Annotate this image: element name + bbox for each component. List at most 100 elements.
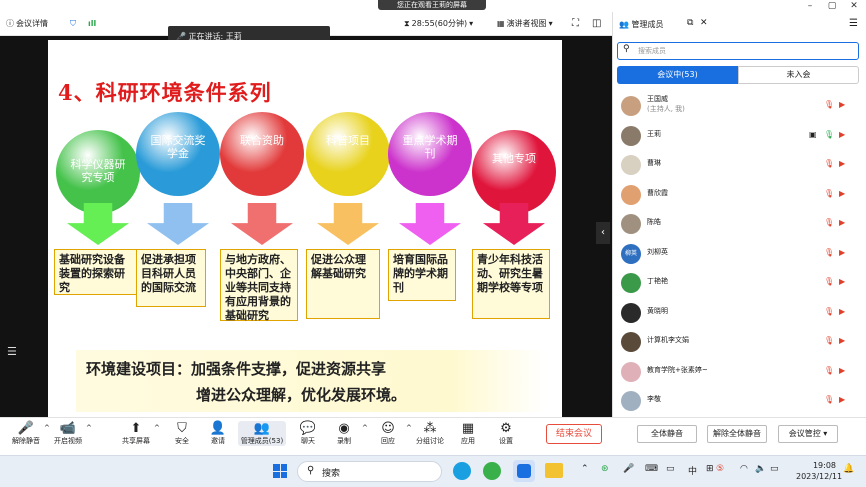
summary-line-2: 增进公众理解，优化发展环境。 — [196, 386, 407, 404]
ime-indicator[interactable]: 中 — [688, 464, 697, 477]
mute-all-button[interactable]: 全体静音 — [637, 425, 697, 443]
unmute-button[interactable]: 🎤 解除静音 — [6, 421, 46, 446]
start-video-button[interactable]: 📹 开启视频 — [48, 421, 88, 446]
file-explorer-icon[interactable] — [545, 463, 563, 478]
manage-members-button[interactable]: 👥 管理成员(53) — [238, 421, 286, 446]
layout-icon[interactable]: ⊞ — [706, 464, 714, 474]
member-row[interactable]: 曹欣霞 🎙 ▶ — [613, 180, 866, 209]
camera-off-icon[interactable]: ▶ — [839, 100, 845, 109]
mic-muted-icon[interactable]: 🎙 — [824, 395, 834, 404]
end-meeting-button[interactable]: 结束会议 — [546, 424, 602, 444]
apps-button[interactable]: ▦ 应用 — [448, 421, 488, 446]
mic-muted-icon[interactable]: 🎙 — [824, 100, 834, 109]
view-mode-button[interactable]: ▦ 演讲者视图 ▾ — [497, 17, 553, 31]
minimize-icon[interactable]: – — [800, 0, 820, 12]
tray-app-icon[interactable]: ⊛ — [601, 464, 609, 474]
antivirus-icon[interactable]: ⑤ — [716, 464, 724, 474]
security-button[interactable]: ⛉ 安全 — [162, 421, 202, 446]
fullscreen-icon[interactable]: ⛶ — [572, 17, 579, 31]
slide-category-label: 国际交流奖学金 — [150, 134, 206, 160]
record-button[interactable]: ◉ 录制 — [324, 421, 364, 446]
maximize-icon[interactable]: ▢ — [822, 0, 842, 12]
edge-dev-icon[interactable] — [483, 462, 501, 480]
close-panel-icon[interactable]: ✕ — [700, 18, 708, 28]
volume-icon[interactable]: 🔈 — [755, 464, 766, 474]
mic-muted-icon[interactable]: 🎙 — [824, 277, 834, 286]
slide-title: 4、科研环境条件系列 — [58, 80, 272, 105]
mic-muted-icon[interactable]: 🎙 — [824, 218, 834, 227]
mic-muted-icon[interactable]: 🎙 — [824, 189, 834, 198]
slide-description-box: 与地方政府、中央部门、企业等共同支持有应用背景的基础研究 — [220, 249, 298, 322]
meeting-info-button[interactable]: ⓘ 会议详情 — [6, 17, 48, 31]
avatar — [621, 125, 641, 146]
keyboard-icon[interactable]: ⌨ — [645, 464, 658, 474]
chevron-up-icon[interactable]: ^ — [154, 424, 160, 432]
screen-share-banner[interactable]: 您正在观看王莉的屏幕 — [378, 0, 486, 10]
camera-off-icon[interactable]: ▶ — [839, 277, 845, 286]
tab-in-meeting[interactable]: 会议中(53) — [617, 66, 738, 84]
chevron-up-icon[interactable]: ⌃ — [581, 464, 589, 474]
camera-off-icon[interactable]: ▶ — [839, 395, 845, 404]
taskbar-search[interactable]: ⚲ 搜索 — [297, 461, 442, 482]
mic-icon[interactable]: 🎙 — [824, 130, 834, 139]
battery-icon[interactable]: ▭ — [770, 464, 779, 474]
meeting-control-button[interactable]: 会议管控 ▾ — [778, 425, 838, 443]
popout-icon[interactable]: ⧉ — [687, 18, 693, 28]
invite-button[interactable]: 👤 邀请 — [198, 421, 238, 446]
camera-off-icon[interactable]: ▶ — [839, 248, 845, 257]
windows-start-icon[interactable] — [273, 464, 287, 478]
camera-off-icon[interactable]: ▶ — [839, 218, 845, 227]
camera-off-icon[interactable]: ▶ — [839, 159, 845, 168]
chat-button[interactable]: 💬 聊天 — [288, 421, 328, 446]
mic-muted-icon[interactable]: 🎙 — [824, 248, 834, 257]
shield-icon[interactable]: ⛉ — [70, 17, 76, 31]
chevron-up-icon[interactable]: ^ — [362, 424, 368, 432]
member-row[interactable]: 王国威 (主持人, 我) 🎙 ▶ — [613, 91, 866, 120]
timer-display[interactable]: ⧗ 28:55(60分钟) ▾ — [404, 17, 473, 31]
avatar — [621, 332, 641, 352]
member-row[interactable]: 丁艳艳 🎙 ▶ — [613, 268, 866, 297]
tab-not-joined[interactable]: 未入会 — [738, 66, 859, 84]
search-icon: ⚲ — [623, 44, 630, 54]
member-row[interactable]: 教育学院+张素婷~ 🎙 ▶ — [613, 357, 866, 386]
close-icon[interactable]: ✕ — [844, 0, 864, 12]
tray-mic-icon[interactable]: 🎤 — [623, 464, 634, 474]
member-role: (主持人, 我) — [647, 105, 685, 113]
breakout-button[interactable]: ⁂ 分组讨论 — [410, 421, 450, 446]
camera-off-icon[interactable]: ▶ — [839, 336, 845, 345]
sidebar-toggle-icon[interactable]: ◫ — [592, 17, 601, 31]
edge-browser-icon[interactable] — [453, 462, 471, 480]
mic-muted-icon[interactable]: 🎙 — [824, 336, 834, 345]
menu-icon[interactable]: ☰ — [849, 18, 858, 29]
member-row[interactable]: 王莉 ▣ 🎙 ▶ — [613, 121, 866, 150]
member-row[interactable]: 黄晓明 🎙 ▶ — [613, 298, 866, 327]
mic-muted-icon[interactable]: 🎙 — [824, 159, 834, 168]
member-search-field[interactable]: ⚲ 搜索成员 — [617, 42, 859, 60]
list-icon[interactable]: ☰ — [7, 345, 17, 358]
invite-icon: 👤 — [209, 421, 227, 436]
settings-button[interactable]: ⚙ 设置 — [486, 421, 526, 446]
wifi-icon[interactable]: ◠ — [740, 464, 748, 474]
mic-muted-icon[interactable]: 🎙 — [824, 307, 834, 316]
notification-bell-icon[interactable]: 🔔 — [843, 464, 854, 474]
reactions-button[interactable]: ☺ 回应 — [368, 421, 408, 446]
collapse-sidebar-chevron-icon[interactable]: ‹ — [596, 222, 610, 244]
member-row[interactable]: 陈皓 🎙 ▶ — [613, 209, 866, 238]
tray-window-icon[interactable]: ▭ — [666, 464, 675, 474]
camera-off-icon[interactable]: ▶ — [839, 130, 845, 139]
meeting-app-icon[interactable] — [513, 460, 535, 482]
chevron-up-icon[interactable]: ^ — [86, 424, 92, 432]
camera-off-icon[interactable]: ▶ — [839, 189, 845, 198]
unmute-all-button[interactable]: 解除全体静音 — [707, 425, 767, 443]
slide-category-label: 科普项目 — [326, 134, 370, 147]
share-screen-button[interactable]: ⬆ 共享屏幕 — [116, 421, 156, 446]
camera-off-icon[interactable]: ▶ — [839, 366, 845, 375]
mic-muted-icon[interactable]: 🎙 — [824, 366, 834, 375]
member-row[interactable]: 曹琳 🎙 ▶ — [613, 150, 866, 179]
member-row[interactable]: 柳英 刘柳英 🎙 ▶ — [613, 239, 866, 268]
clock[interactable]: 19:08 2023/12/11 — [796, 460, 842, 482]
camera-off-icon[interactable]: ▶ — [839, 307, 845, 316]
member-row[interactable]: 李敬 🎙 ▶ — [613, 386, 866, 415]
unmute-icon: 🎤 — [17, 421, 35, 436]
member-row[interactable]: 计算机李文娟 🎙 ▶ — [613, 327, 866, 356]
